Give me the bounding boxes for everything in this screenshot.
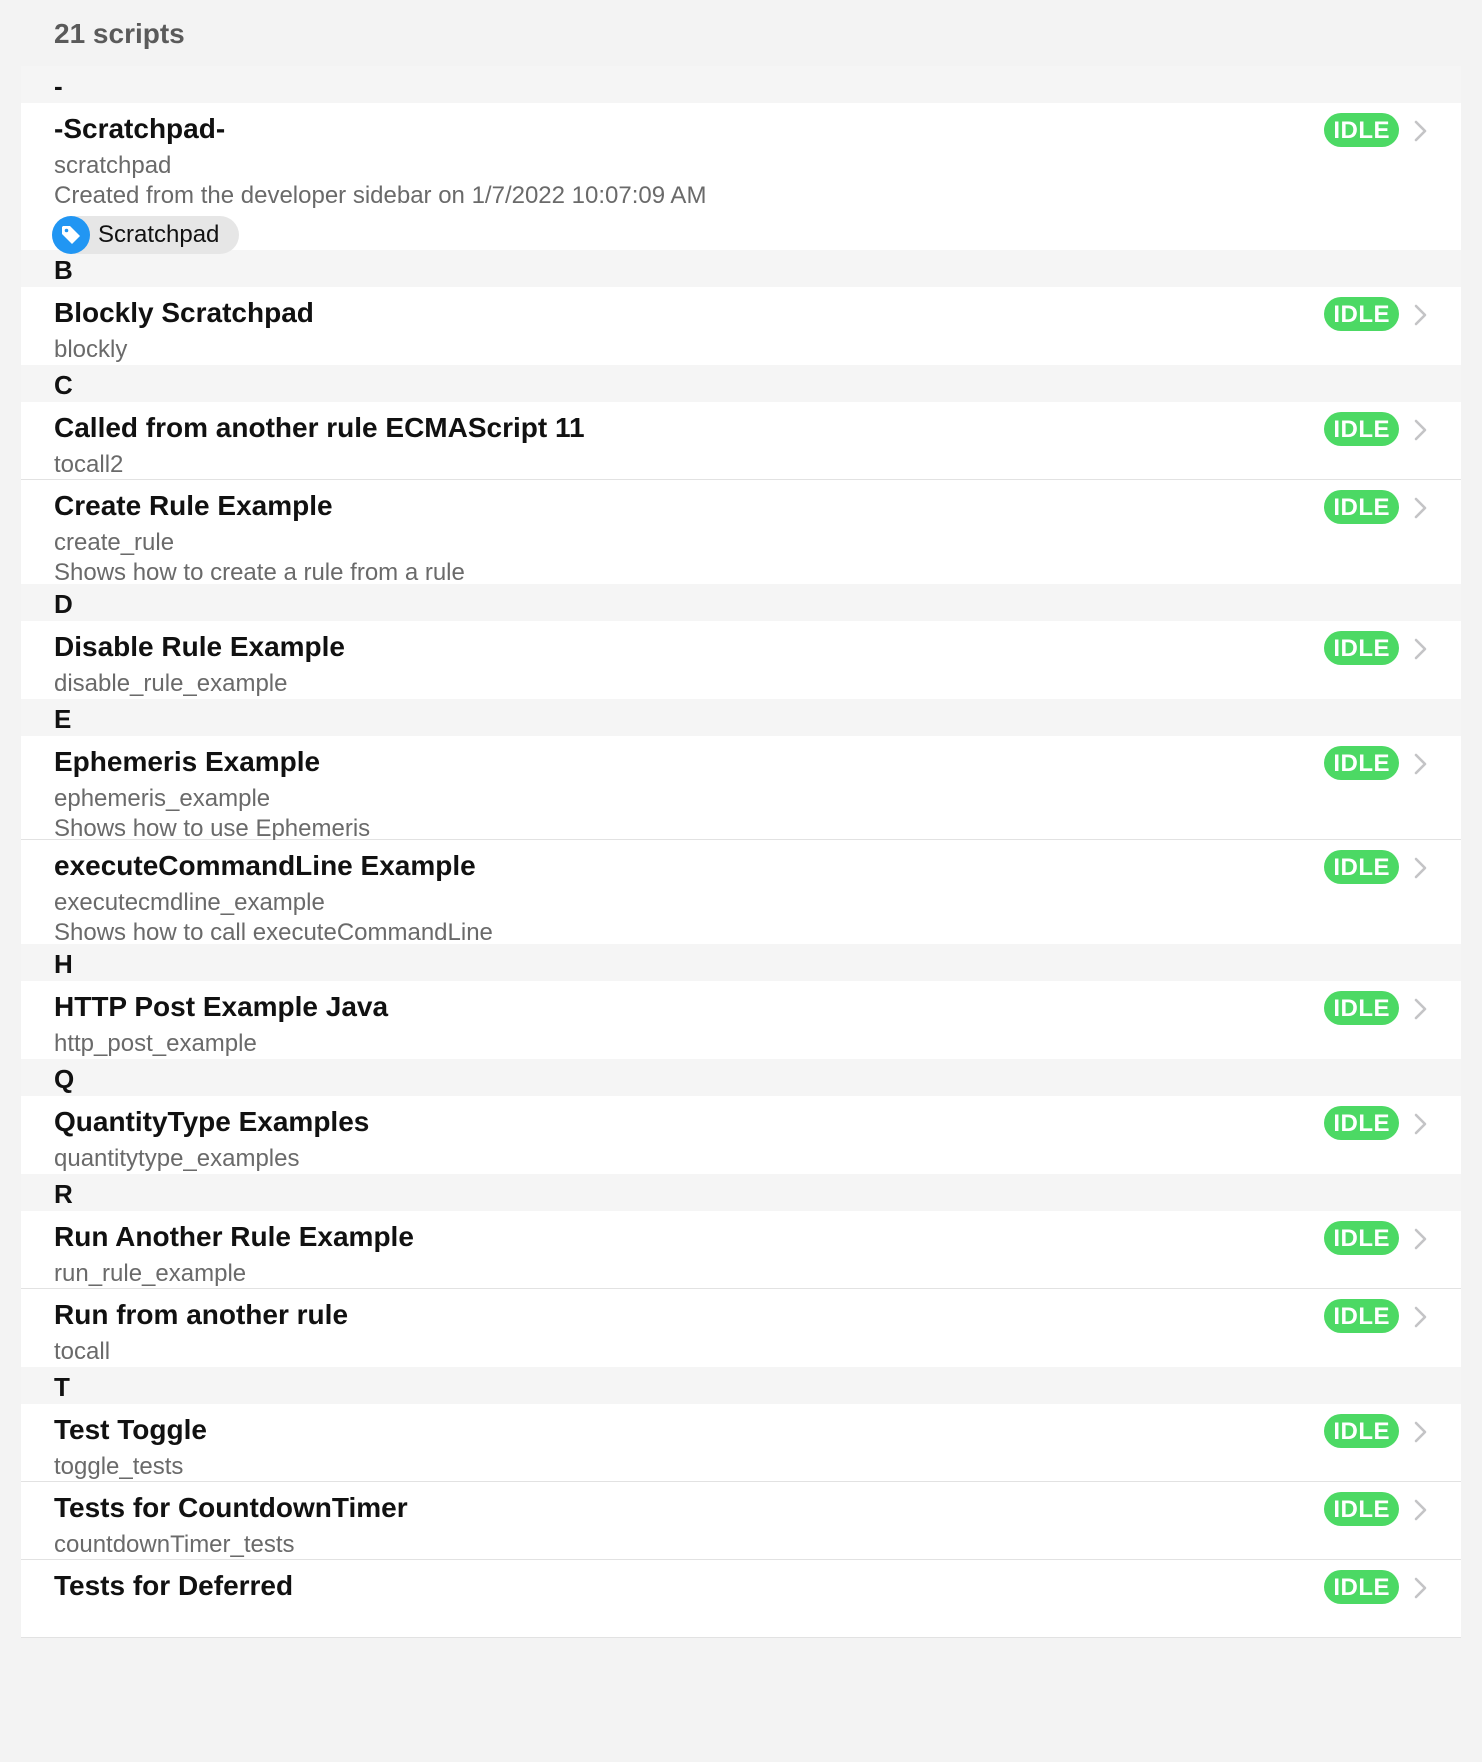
status-badge: IDLE (1324, 1414, 1399, 1448)
script-row[interactable]: Disable Rule Example disable_rule_example… (21, 621, 1461, 699)
section-header-t: T (21, 1367, 1461, 1404)
script-title: Create Rule Example (54, 490, 333, 521)
script-title: Ephemeris Example (54, 746, 321, 777)
status-badge: IDLE (1324, 746, 1399, 780)
script-title: Test Toggle (54, 1414, 207, 1445)
chevron-right-icon[interactable] (1409, 417, 1431, 443)
script-uid: countdownTimer_tests (54, 1531, 295, 1558)
section-header-b: B (21, 250, 1461, 287)
script-title: Disable Rule Example (54, 631, 346, 662)
chevron-right-icon[interactable] (1409, 751, 1431, 777)
script-row[interactable]: Test Toggle toggle_tests IDLE (21, 1404, 1461, 1482)
chevron-right-icon[interactable] (1409, 1419, 1431, 1445)
section-header-dash: - (21, 66, 1461, 103)
status-badge: IDLE (1324, 631, 1399, 665)
script-uid: create_rule (54, 529, 175, 556)
script-title: HTTP Post Example Java (54, 991, 389, 1022)
section-header-r: R (21, 1174, 1461, 1211)
chevron-right-icon[interactable] (1409, 1575, 1431, 1601)
script-description: Shows how to create a rule from a rule (54, 559, 465, 586)
status-badge: IDLE (1324, 991, 1399, 1025)
script-description: Created from the developer sidebar on 1/… (54, 182, 707, 209)
chevron-right-icon[interactable] (1409, 302, 1431, 328)
script-title: QuantityType Examples (54, 1106, 370, 1137)
section-header-c: C (21, 365, 1461, 402)
script-title: Tests for CountdownTimer (54, 1492, 408, 1523)
section-header-d: D (21, 584, 1461, 621)
scripts-page: 21 scripts - -Scratchpad-scratchpad Create… (0, 0, 1482, 1762)
script-uid: quantitytype_examples (54, 1145, 300, 1172)
script-title: Run Another Rule Example (54, 1221, 414, 1252)
status-badge: IDLE (1324, 1570, 1399, 1604)
script-row[interactable]: HTTP Post Example Java http_post_example I… (21, 981, 1461, 1059)
status-badge: IDLE (1324, 1106, 1399, 1140)
status-badge: IDLE (1324, 412, 1399, 446)
status-badge: IDLE (1324, 850, 1399, 884)
script-description: Shows how to call executeCommandLine (54, 919, 493, 946)
script-uid: ephemeris_example (54, 785, 271, 812)
script-description: Shows how to use Ephemeris (54, 815, 371, 842)
script-title: Tests for Deferred (54, 1570, 294, 1601)
chevron-right-icon[interactable] (1409, 1226, 1431, 1252)
status-badge: IDLE (1324, 1299, 1399, 1333)
chevron-right-icon[interactable] (1409, 118, 1431, 144)
status-badge: IDLE (1324, 297, 1399, 331)
scripts-count: 21 scripts (54, 18, 185, 49)
script-row[interactable]: Tests for CountdownTimer countdownTimer_t… (21, 1482, 1461, 1560)
tag-label: Scratchpad (98, 221, 220, 248)
script-uid: toggle_tests (54, 1453, 184, 1480)
script-row[interactable]: executeCommandLine Example executecmdline… (21, 840, 1461, 946)
section-header-h: H (21, 944, 1461, 981)
script-row[interactable]: Create Rule Example create_rule Shows how … (21, 480, 1461, 586)
chevron-right-icon[interactable] (1409, 996, 1431, 1022)
script-uid: scratchpad (54, 152, 172, 179)
status-badge: IDLE (1324, 1492, 1399, 1526)
script-title: -Scratchpad- (54, 113, 226, 144)
script-uid: tocall (54, 1338, 111, 1365)
script-uid: run_rule_example (54, 1260, 247, 1287)
script-uid: executecmdline_example (54, 889, 325, 916)
status-badge: IDLE (1324, 1221, 1399, 1255)
script-row[interactable]: Run from another rule tocall IDLE (21, 1289, 1461, 1367)
chevron-right-icon[interactable] (1409, 1497, 1431, 1523)
tag-chip[interactable]: Scratchpad (52, 216, 240, 254)
script-row[interactable]: Run Another Rule Example run_rule_example… (21, 1211, 1461, 1289)
status-badge: IDLE (1324, 490, 1399, 524)
scripts-list: - -Scratchpad-scratchpad Created from the … (21, 66, 1461, 1638)
script-title: Called from another rule ECMAScript 11 (54, 412, 585, 443)
status-badge: IDLE (1324, 113, 1399, 147)
script-row[interactable]: Tests for Deferred IDLE (21, 1560, 1461, 1638)
script-uid: tocall2 (54, 451, 124, 478)
script-row[interactable]: Called from another rule ECMAScript 11 to… (21, 402, 1461, 480)
chevron-right-icon[interactable] (1409, 1111, 1431, 1137)
script-uid: http_post_example (54, 1030, 257, 1057)
chevron-right-icon[interactable] (1409, 855, 1431, 881)
script-uid: disable_rule_example (54, 670, 288, 697)
script-title: executeCommandLine Example (54, 850, 476, 881)
script-uid: blockly (54, 336, 128, 363)
chevron-right-icon[interactable] (1409, 1304, 1431, 1330)
script-title: Blockly Scratchpad (54, 297, 314, 328)
chevron-right-icon[interactable] (1409, 495, 1431, 521)
script-row[interactable]: Ephemeris Example ephemeris_example Shows … (21, 736, 1461, 842)
section-header-q: Q (21, 1059, 1461, 1096)
script-row[interactable]: -Scratchpad-scratchpad Created from the d… (21, 103, 1461, 254)
chevron-right-icon[interactable] (1409, 636, 1431, 662)
script-title: Run from another rule (54, 1299, 349, 1330)
section-header-e: E (21, 699, 1461, 736)
script-row[interactable]: Blockly Scratchpad blockly IDLE (21, 287, 1461, 365)
tag-icon (52, 216, 90, 254)
script-row[interactable]: QuantityType Examples quantitytype_exampl… (21, 1096, 1461, 1174)
